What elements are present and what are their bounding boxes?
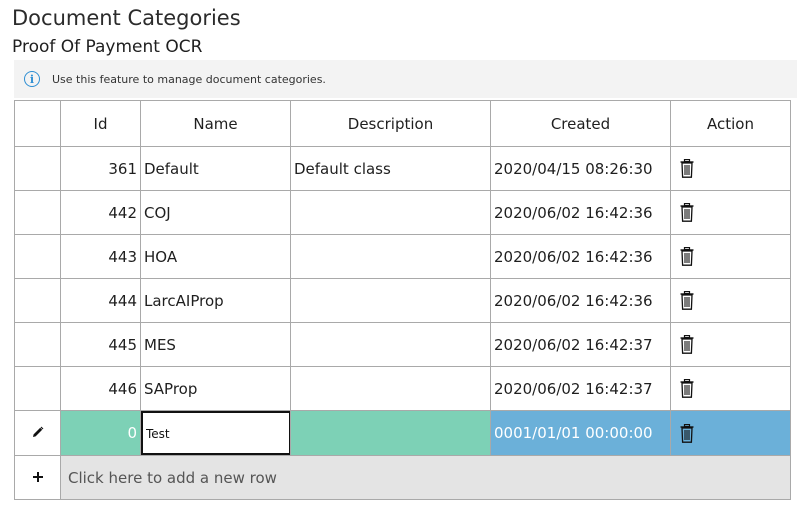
- created-cell[interactable]: 2020/06/02 16:42:36: [490, 278, 671, 323]
- trash-icon: [680, 379, 694, 398]
- row-indicator: [14, 146, 61, 191]
- name-cell[interactable]: SAProp: [140, 366, 291, 411]
- id-cell[interactable]: 445: [60, 322, 141, 367]
- add-row-prompt[interactable]: Click here to add a new row: [60, 455, 791, 500]
- page-title: Document Categories: [12, 6, 241, 30]
- created-cell[interactable]: 2020/06/02 16:42:36: [490, 234, 671, 279]
- id-cell[interactable]: 443: [60, 234, 141, 279]
- header-name[interactable]: Name: [140, 100, 291, 147]
- edit-id-cell[interactable]: 0: [60, 410, 141, 456]
- edit-name-cell[interactable]: [140, 410, 291, 456]
- description-cell[interactable]: [290, 366, 491, 411]
- pencil-icon: [32, 426, 43, 437]
- plus-icon: [32, 471, 43, 482]
- header-created[interactable]: Created: [490, 100, 671, 147]
- edit-row[interactable]: 0 0001/01/01 00:00:00: [14, 410, 791, 456]
- table-row[interactable]: 444 LarcAIProp 2020/06/02 16:42:36: [14, 278, 791, 323]
- name-cell[interactable]: Default: [140, 146, 291, 191]
- table-row[interactable]: 443 HOA 2020/06/02 16:42:36: [14, 234, 791, 279]
- row-indicator: [14, 190, 61, 235]
- header-action: Action: [670, 100, 791, 147]
- header-description[interactable]: Description: [290, 100, 491, 147]
- name-input[interactable]: [141, 411, 290, 455]
- table-row[interactable]: 361 Default Default class 2020/04/15 08:26:…: [14, 146, 791, 191]
- delete-button[interactable]: [680, 291, 790, 310]
- description-cell[interactable]: Default class: [290, 146, 491, 191]
- name-cell[interactable]: HOA: [140, 234, 291, 279]
- row-indicator: [14, 366, 61, 411]
- row-indicator: [14, 278, 61, 323]
- header-indicator: [14, 100, 61, 147]
- id-cell[interactable]: 442: [60, 190, 141, 235]
- delete-button[interactable]: [680, 379, 790, 398]
- trash-icon: [680, 291, 694, 310]
- trash-icon: [680, 423, 694, 443]
- table-row[interactable]: 442 COJ 2020/06/02 16:42:36: [14, 190, 791, 235]
- row-indicator: [14, 410, 61, 456]
- delete-button[interactable]: [680, 247, 790, 266]
- edit-created-cell[interactable]: 0001/01/01 00:00:00: [490, 410, 671, 456]
- action-cell: [670, 146, 791, 191]
- edit-description-cell[interactable]: [290, 410, 491, 456]
- table-row[interactable]: 446 SAProp 2020/06/02 16:42:37: [14, 366, 791, 411]
- edit-action-cell: [670, 410, 791, 456]
- description-cell[interactable]: [290, 190, 491, 235]
- info-text: Use this feature to manage document cate…: [52, 72, 326, 86]
- name-cell[interactable]: LarcAIProp: [140, 278, 291, 323]
- categories-grid: Id Name Description Created Action 361 De…: [14, 100, 791, 500]
- created-cell[interactable]: 2020/06/02 16:42:37: [490, 366, 671, 411]
- trash-icon: [680, 247, 694, 266]
- add-row-indicator[interactable]: [14, 455, 61, 500]
- trash-icon: [680, 203, 694, 222]
- page-subtitle: Proof Of Payment OCR: [12, 37, 203, 57]
- delete-button[interactable]: [680, 159, 790, 178]
- add-row[interactable]: Click here to add a new row: [14, 455, 791, 500]
- name-cell[interactable]: MES: [140, 322, 291, 367]
- action-cell: [670, 234, 791, 279]
- delete-button[interactable]: [680, 335, 790, 354]
- header-id[interactable]: Id: [60, 100, 141, 147]
- action-cell: [670, 322, 791, 367]
- header-row: Id Name Description Created Action: [14, 100, 791, 147]
- row-indicator: [14, 322, 61, 367]
- action-cell: [670, 190, 791, 235]
- description-cell[interactable]: [290, 234, 491, 279]
- info-icon: i: [24, 71, 40, 87]
- name-cell[interactable]: COJ: [140, 190, 291, 235]
- table-row[interactable]: 445 MES 2020/06/02 16:42:37: [14, 322, 791, 367]
- delete-button[interactable]: [680, 203, 790, 222]
- created-cell[interactable]: 2020/04/15 08:26:30: [490, 146, 671, 191]
- action-cell: [670, 278, 791, 323]
- info-bar: i Use this feature to manage document ca…: [14, 60, 797, 98]
- delete-button[interactable]: [680, 423, 790, 443]
- trash-icon: [680, 335, 694, 354]
- trash-icon: [680, 159, 694, 178]
- created-cell[interactable]: 2020/06/02 16:42:37: [490, 322, 671, 367]
- id-cell[interactable]: 446: [60, 366, 141, 411]
- created-cell[interactable]: 2020/06/02 16:42:36: [490, 190, 671, 235]
- description-cell[interactable]: [290, 322, 491, 367]
- action-cell: [670, 366, 791, 411]
- id-cell[interactable]: 361: [60, 146, 141, 191]
- id-cell[interactable]: 444: [60, 278, 141, 323]
- row-indicator: [14, 234, 61, 279]
- description-cell[interactable]: [290, 278, 491, 323]
